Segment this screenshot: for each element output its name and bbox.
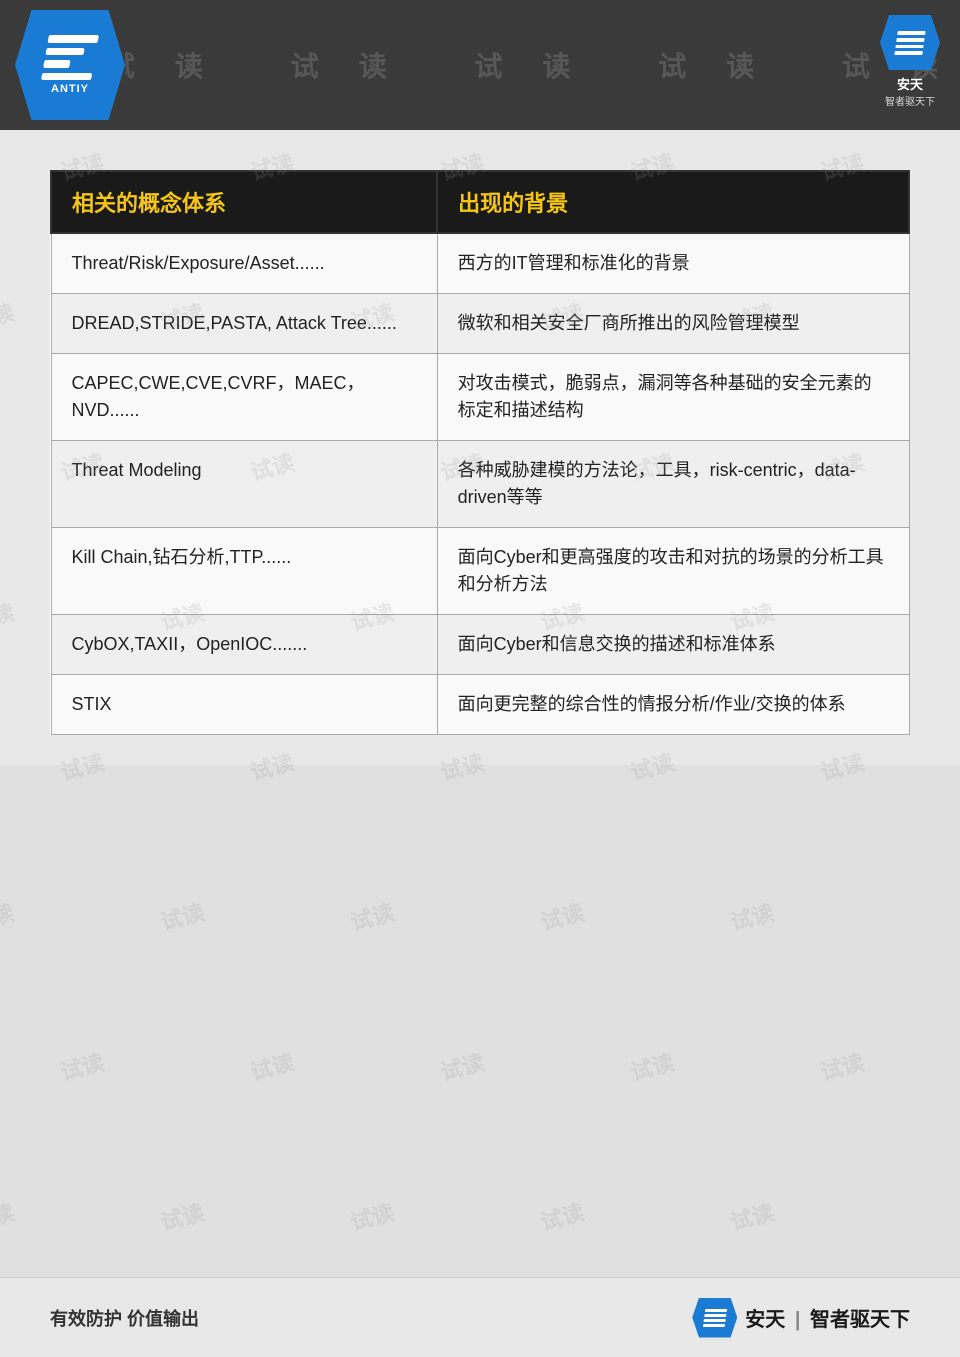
table-cell-background: 面向Cyber和信息交换的描述和标准体系 (437, 615, 909, 675)
table-row: Kill Chain,钻石分析,TTP......面向Cyber和更高强度的攻击… (51, 528, 909, 615)
footer-logo-icon (692, 1298, 737, 1338)
table-cell-background: 西方的IT管理和标准化的背景 (437, 233, 909, 294)
watermark-item: 试读 (817, 1045, 868, 1087)
table-cell-background: 各种威胁建模的方法论，工具，risk-centric，data-driven等等 (437, 441, 909, 528)
col1-header: 相关的概念体系 (51, 171, 437, 233)
logo-stripe-2 (45, 48, 84, 56)
watermark-item: 试读 (537, 1195, 588, 1237)
watermark-item: 试读 (537, 895, 588, 937)
logo-stripe-4 (41, 73, 92, 81)
page-footer: 有效防护 价值输出 安天 | 智者驱天下 (0, 1277, 960, 1357)
watermark-item: 试读 (157, 1195, 208, 1237)
brand-stripe-2 (896, 37, 925, 41)
main-content: 相关的概念体系 出现的背景 Threat/Risk/Exposure/Asset… (0, 130, 960, 765)
watermark-item: 试读 (0, 1195, 17, 1237)
footer-logo: 安天 | 智者驱天下 (692, 1298, 910, 1338)
footer-stripe-1 (705, 1309, 727, 1312)
table-cell-background: 面向Cyber和更高强度的攻击和对抗的场景的分析工具和分析方法 (437, 528, 909, 615)
footer-brand-name-text: 安天 (745, 1309, 785, 1331)
table-cell-background: 面向更完整的综合性的情报分析/作业/交换的体系 (437, 675, 909, 735)
table-cell-concept: STIX (51, 675, 437, 735)
watermark-item: 试读 (727, 1195, 778, 1237)
footer-stripe-4 (703, 1324, 725, 1327)
watermark-item: 试读 (347, 1195, 398, 1237)
table-cell-concept: Threat Modeling (51, 441, 437, 528)
table-header-row: 相关的概念体系 出现的背景 (51, 171, 909, 233)
watermark-item: 试读 (247, 1045, 298, 1087)
footer-brand-tagline-text: 智者驱天下 (810, 1309, 910, 1331)
brand-stripe-1 (897, 31, 926, 35)
header-watermark-text: 试读 试读 试读 试读 试读 试读 试读 试读 试读 (125, 45, 960, 85)
footer-tagline: 有效防护 价值输出 (50, 1305, 199, 1331)
header-brand: 安天 智者驱天下 (880, 15, 940, 108)
footer-stripe-3 (703, 1319, 725, 1322)
table-cell-concept: CybOX,TAXII，OpenIOC....... (51, 615, 437, 675)
footer-separator: | (795, 1309, 801, 1331)
table-cell-concept: DREAD,STRIDE,PASTA, Attack Tree...... (51, 294, 437, 354)
footer-brand-info: 安天 | 智者驱天下 (745, 1303, 910, 1332)
logo-stripe-3 (43, 60, 70, 68)
watermark-item: 试读 (347, 895, 398, 937)
table-row: Threat Modeling各种威胁建模的方法论，工具，risk-centri… (51, 441, 909, 528)
table-cell-concept: Threat/Risk/Exposure/Asset...... (51, 233, 437, 294)
table-cell-background: 微软和相关安全厂商所推出的风险管理模型 (437, 294, 909, 354)
watermark-item: 试读 (437, 1045, 488, 1087)
watermark-item: 试读 (157, 895, 208, 937)
footer-stripe-2 (704, 1314, 726, 1317)
brand-stripe-4 (894, 51, 923, 55)
logo-stripe-1 (48, 35, 99, 43)
watermark-item: 试读 (0, 895, 17, 937)
brand-name: 安天 (897, 74, 923, 93)
table-row: Threat/Risk/Exposure/Asset......西方的IT管理和… (51, 233, 909, 294)
brand-icon-hex (880, 15, 940, 70)
watermark-item: 试读 (57, 1045, 108, 1087)
footer-logo-icon-inner (703, 1309, 728, 1327)
table-cell-background: 对攻击模式，脆弱点，漏洞等各种基础的安全元素的标定和描述结构 (437, 354, 909, 441)
table-row: STIX面向更完整的综合性的情报分析/作业/交换的体系 (51, 675, 909, 735)
concept-table: 相关的概念体系 出现的背景 Threat/Risk/Exposure/Asset… (50, 170, 910, 735)
table-cell-concept: CAPEC,CWE,CVE,CVRF，MAEC，NVD...... (51, 354, 437, 441)
page-header: ANTIY 试读 试读 试读 试读 试读 试读 试读 试读 试读 安天 智者驱天… (0, 0, 960, 130)
table-row: CAPEC,CWE,CVE,CVRF，MAEC，NVD......对攻击模式，脆… (51, 354, 909, 441)
brand-stripe-3 (895, 44, 924, 48)
watermark-item: 试读 (727, 895, 778, 937)
table-cell-concept: Kill Chain,钻石分析,TTP...... (51, 528, 437, 615)
watermark-item: 试读 (627, 1045, 678, 1087)
brand-sub: 智者驱天下 (885, 93, 935, 108)
col2-header: 出现的背景 (437, 171, 909, 233)
table-row: DREAD,STRIDE,PASTA, Attack Tree......微软和… (51, 294, 909, 354)
antiy-logo: ANTIY (15, 10, 125, 120)
logo-stripes (41, 35, 99, 80)
brand-icon-inner (894, 31, 925, 55)
logo-antiy-text: ANTIY (51, 83, 89, 95)
table-row: CybOX,TAXII，OpenIOC.......面向Cyber和信息交换的描… (51, 615, 909, 675)
header-watermark-area: 试读 试读 试读 试读 试读 试读 试读 试读 试读 (125, 45, 960, 85)
footer-brand-name: 安天 | 智者驱天下 (745, 1303, 910, 1332)
